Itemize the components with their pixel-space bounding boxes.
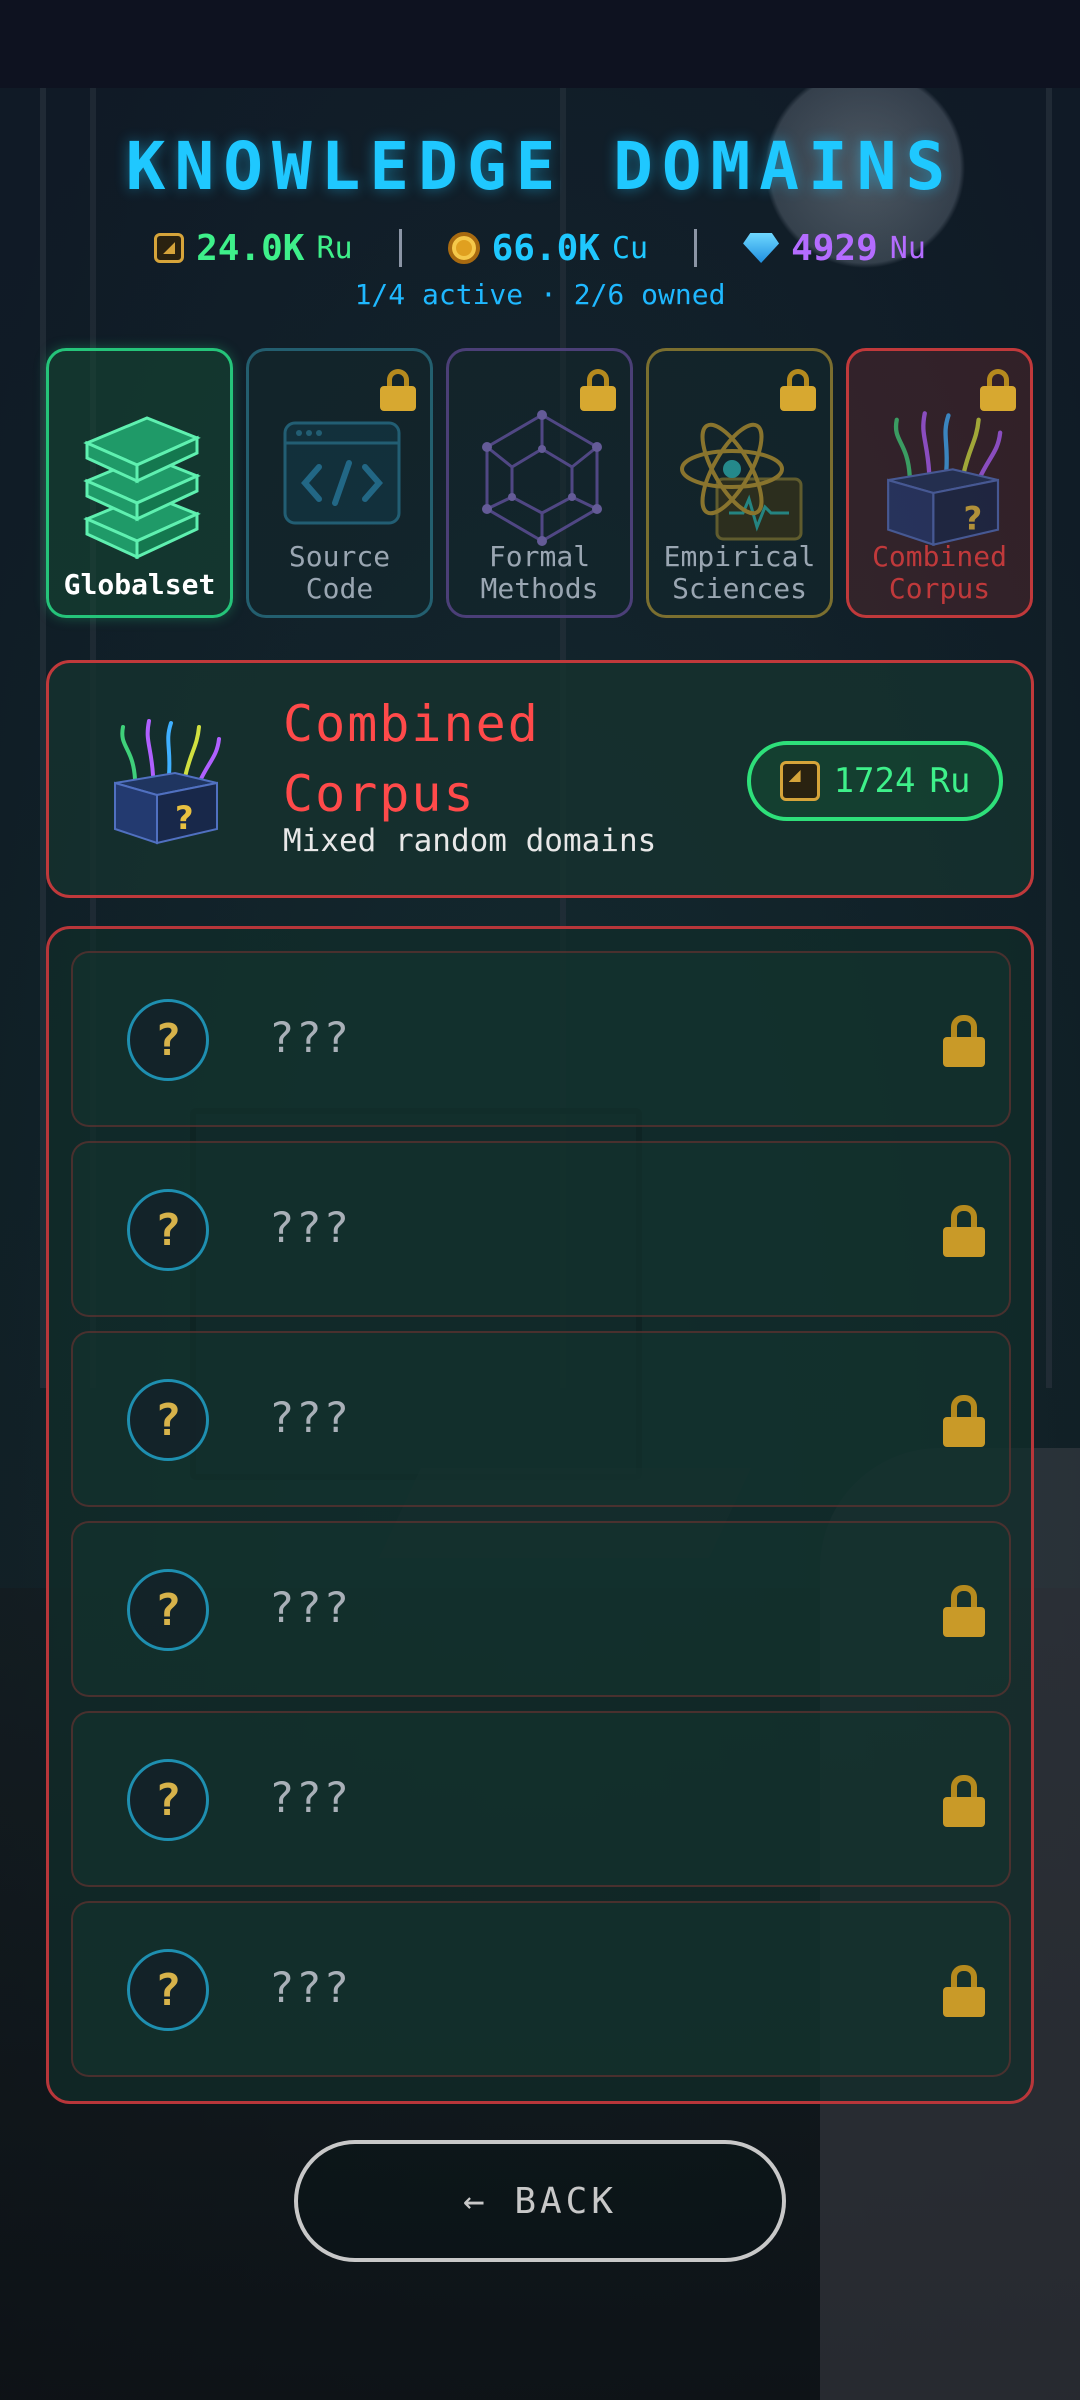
- currency-bar: 24.0K Ru 66.0K Cu 4929 Nu: [0, 222, 1080, 274]
- back-button[interactable]: ← BACK: [294, 2140, 786, 2262]
- item-name: ???: [269, 1963, 351, 2012]
- lock-icon: [380, 369, 416, 411]
- tab-label-line: Combined: [872, 540, 1007, 573]
- currency-ru: 24.0K Ru: [154, 228, 353, 269]
- mystery-box-icon: ?: [114, 719, 221, 845]
- currency-nu: 4929 Nu: [743, 228, 926, 269]
- currency-amount: 24.0K: [196, 227, 305, 269]
- lock-icon: [943, 1775, 985, 1827]
- question-icon: ?: [127, 999, 209, 1081]
- domain-title: Combined Corpus: [283, 689, 540, 829]
- tab-label-line: Corpus: [888, 572, 991, 605]
- chip-icon: [779, 761, 820, 801]
- domain-item-list: ? ??? ? ??? ? ??? ? ??? ? ??? ? ???: [46, 926, 1034, 2104]
- list-item[interactable]: ? ???: [71, 1901, 1011, 2077]
- tab-formal-methods[interactable]: Formal Methods: [446, 348, 633, 618]
- tab-label: Empirical Sciences: [649, 541, 830, 605]
- svg-text:?: ?: [175, 799, 194, 837]
- question-icon: ?: [127, 1569, 209, 1651]
- currency-amount: 4929: [791, 227, 878, 269]
- tab-label: Combined Corpus: [849, 541, 1030, 605]
- gem-icon: [743, 233, 780, 263]
- tab-label-line: Formal: [488, 540, 591, 573]
- status-bar: [0, 0, 1080, 88]
- code-window-icon: [283, 421, 401, 525]
- currency-amount: 66.0K: [491, 227, 600, 269]
- tab-label-line: Empirical: [663, 540, 816, 573]
- list-item[interactable]: ? ???: [71, 1141, 1011, 1317]
- tab-label-line: Sciences: [672, 572, 807, 605]
- item-name: ???: [269, 1773, 351, 1822]
- tab-empirical-sciences[interactable]: Empirical Sciences: [646, 348, 833, 618]
- graph-polyhedron-icon: [482, 410, 602, 546]
- list-item[interactable]: ? ???: [71, 1711, 1011, 1887]
- divider: [694, 229, 698, 267]
- lock-icon: [943, 1965, 985, 2017]
- lock-icon: [943, 1205, 985, 1257]
- tab-globalset[interactable]: Globalset: [46, 348, 233, 618]
- ownership-status: 1/4 active · 2/6 owned: [354, 278, 726, 311]
- buy-button[interactable]: 1724 Ru: [747, 741, 1003, 821]
- svg-text:?: ?: [964, 500, 983, 538]
- tab-combined-corpus[interactable]: ? Combined Corpus: [846, 348, 1033, 618]
- domain-title-line: Combined: [283, 695, 540, 753]
- coin-icon: [447, 232, 480, 264]
- currency-unit: Cu: [611, 230, 649, 266]
- currency-cu: 66.0K Cu: [447, 227, 649, 269]
- page-title: KNOWLEDGE DOMAINS: [125, 128, 955, 205]
- tab-label-line: Code: [305, 572, 374, 605]
- books-icon: [83, 416, 201, 559]
- mystery-box-icon: ?: [887, 411, 1003, 547]
- tab-label: Source Code: [249, 541, 430, 605]
- divider: [398, 229, 402, 267]
- tab-label: Globalset: [63, 568, 216, 601]
- currency-unit: Ru: [316, 230, 353, 266]
- atom-icon: [680, 422, 803, 541]
- item-name: ???: [269, 1583, 351, 1632]
- question-icon: ?: [127, 1759, 209, 1841]
- domain-title-line: Corpus: [283, 765, 476, 823]
- list-item[interactable]: ? ???: [71, 1521, 1011, 1697]
- item-name: ???: [269, 1393, 351, 1442]
- tab-label-line: Methods: [480, 572, 599, 605]
- tab-label: Formal Methods: [449, 541, 630, 605]
- chip-icon: [154, 233, 185, 263]
- lock-icon: [943, 1015, 985, 1067]
- list-item[interactable]: ? ???: [71, 951, 1011, 1127]
- list-item[interactable]: ? ???: [71, 1331, 1011, 1507]
- question-icon: ?: [127, 1379, 209, 1461]
- tab-source-code[interactable]: Source Code: [246, 348, 433, 618]
- lock-icon: [580, 369, 616, 411]
- lock-icon: [980, 369, 1016, 411]
- question-icon: ?: [127, 1189, 209, 1271]
- lock-icon: [943, 1585, 985, 1637]
- price-unit: Ru: [929, 761, 971, 801]
- domain-tabs: Globalset Source Code Formal Methods Emp…: [46, 348, 1034, 618]
- lock-icon: [780, 369, 816, 411]
- tab-label-line: Source: [288, 540, 391, 573]
- domain-description: Mixed random domains: [283, 823, 657, 859]
- currency-unit: Nu: [889, 230, 926, 266]
- selected-domain-card: ? Combined Corpus Mixed random domains 1…: [46, 660, 1034, 898]
- price-amount: 1724: [833, 761, 916, 801]
- item-name: ???: [269, 1203, 351, 1252]
- item-name: ???: [269, 1013, 351, 1062]
- question-icon: ?: [127, 1949, 209, 2031]
- lock-icon: [943, 1395, 985, 1447]
